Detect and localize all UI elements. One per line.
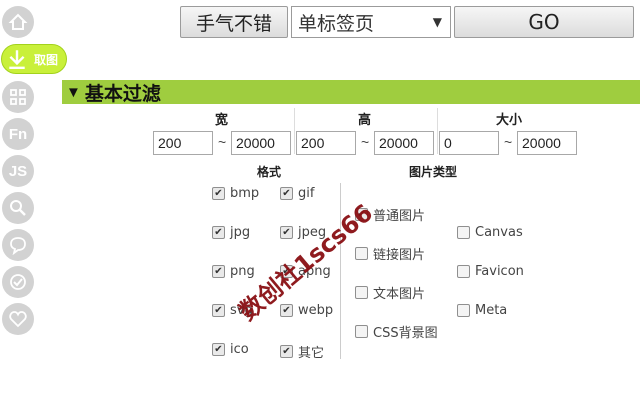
height-min-input[interactable]: 200 [296,131,356,155]
basic-filter-header[interactable]: ▼ 基本过滤 [62,80,640,105]
height-tilde: ~ [361,134,370,150]
checkbox-empty-icon [355,325,368,338]
type-checkbox-meta[interactable]: Meta [457,303,507,318]
height-max-input[interactable]: 20000 [374,131,434,155]
checkbox-check-icon: ✔ [212,265,225,278]
format-checkbox-other[interactable]: ✔ 其它 [280,342,324,361]
feeling-lucky-button[interactable]: 手气不错 [180,6,288,38]
checkbox-empty-icon [355,247,368,260]
checkbox-check-icon: ✔ [280,345,293,358]
heart-icon[interactable] [2,303,34,335]
image-type-label: 图片类型 [409,165,458,179]
checkbox-empty-icon [457,304,470,317]
type-text-label: 文本图片 [373,287,426,302]
checkbox-check-icon: ✔ [212,187,225,200]
dropdown-caret-icon: ▼ [432,15,442,29]
chat-bubble-icon[interactable] [2,229,34,261]
type-meta-label: Meta [475,303,508,318]
download-arrow-icon [4,46,30,72]
size-tilde: ~ [504,134,513,150]
column-divider [294,108,295,154]
format-checkbox-ico[interactable]: ✔ ico [212,342,249,357]
type-link-label: 链接图片 [373,248,426,263]
search-icon[interactable] [2,192,34,224]
type-checkbox-favicon[interactable]: Favicon [457,264,524,279]
format-bmp-label: bmp [230,186,260,201]
left-sidebar: 取图 Fn JS [0,0,67,400]
fn-icon[interactable]: Fn [2,118,34,150]
checkbox-check-icon: ✔ [212,304,225,317]
checkbox-empty-icon [457,226,470,239]
column-divider [437,108,438,154]
collapse-triangle-icon: ▼ [66,83,81,101]
grid-icon[interactable] [2,81,34,113]
js-label: JS [8,162,28,180]
checkbox-check-icon: ✔ [280,187,293,200]
fetch-images-label: 取图 [34,52,59,67]
fetch-images-button[interactable]: 取图 [1,44,67,74]
format-jpg-label: jpg [230,225,251,240]
size-label: 大小 [496,113,523,128]
js-icon[interactable]: JS [2,155,34,187]
format-label: 格式 [257,165,282,179]
format-png-label: png [230,264,255,279]
checkbox-check-icon: ✔ [280,226,293,239]
type-canvas-label: Canvas [475,225,523,240]
check-circle-icon[interactable] [2,266,34,298]
type-normal-label: 普通图片 [373,209,426,224]
size-min-input[interactable]: 0 [439,131,499,155]
width-max-input[interactable]: 20000 [231,131,291,155]
type-favicon-label: Favicon [475,264,524,279]
format-checkbox-gif[interactable]: ✔ gif [280,186,314,201]
checkbox-check-icon: ✔ [212,343,225,356]
tab-mode-value: 单标签页 [298,12,375,35]
checkbox-check-icon: ✔ [212,226,225,239]
type-checkbox-canvas[interactable]: Canvas [457,225,523,240]
width-label: 宽 [215,113,229,128]
tab-mode-select[interactable]: 单标签页 ▼ [291,6,451,38]
format-other-label: 其它 [298,346,325,361]
width-min-input[interactable]: 200 [153,131,213,155]
format-checkbox-webp[interactable]: ✔ webp [280,303,333,318]
height-label: 高 [358,113,372,128]
width-tilde: ~ [218,134,227,150]
format-checkbox-png[interactable]: ✔ png [212,264,255,279]
size-max-input[interactable]: 20000 [517,131,577,155]
home-icon[interactable] [2,6,34,38]
type-css-label: CSS背景图 [373,326,438,341]
format-checkbox-jpg[interactable]: ✔ jpg [212,225,250,240]
checkbox-empty-icon [355,286,368,299]
format-checkbox-bmp[interactable]: ✔ bmp [212,186,259,201]
format-ico-label: ico [230,342,249,357]
format-gif-label: gif [298,186,315,201]
checkbox-check-icon: ✔ [280,304,293,317]
type-checkbox-text[interactable]: 文本图片 [355,283,425,302]
checkbox-empty-icon [457,265,470,278]
type-checkbox-link[interactable]: 链接图片 [355,244,425,263]
go-button[interactable]: GO [454,6,634,38]
top-toolbar: 手气不错 单标签页 ▼ GO [180,6,634,38]
format-webp-label: webp [298,303,334,318]
section-title: 基本过滤 [84,82,161,105]
type-checkbox-css[interactable]: CSS背景图 [355,322,438,341]
fn-label: Fn [8,125,28,143]
